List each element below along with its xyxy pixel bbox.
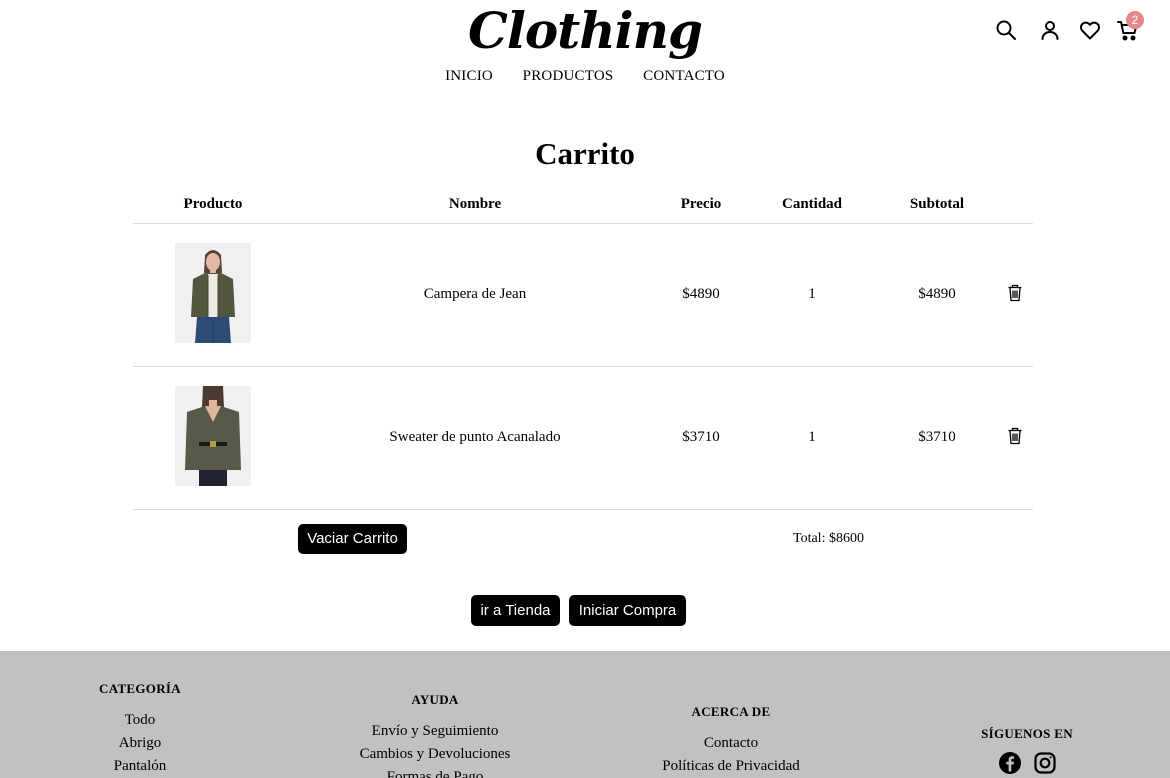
product-image-jacket[interactable] xyxy=(175,243,251,343)
footer-heading: ACERCA DE xyxy=(691,704,771,719)
footer-link-pantalon[interactable]: Pantalón xyxy=(60,755,220,778)
heart-icon[interactable] xyxy=(1078,18,1102,42)
nav-inicio[interactable]: INICIO xyxy=(445,68,493,85)
header-cantidad: Cantidad xyxy=(781,196,843,212)
table-row: Campera de Jean $4890 1 $4890 xyxy=(133,224,1033,366)
instagram-icon[interactable] xyxy=(1033,751,1057,775)
header-subtotal: Subtotal xyxy=(909,196,965,212)
table-row: Sweater de punto Acanalado $3710 1 $3710 xyxy=(133,367,1033,509)
product-quantity: 1 xyxy=(808,286,816,302)
product-price: $4890 xyxy=(682,286,720,302)
footer-link-privacidad[interactable]: Políticas de Privacidad xyxy=(631,755,831,778)
header-producto: Producto xyxy=(183,196,243,212)
header-precio: Precio xyxy=(680,196,722,212)
user-icon[interactable] xyxy=(1038,18,1062,42)
product-subtotal: $4890 xyxy=(918,286,956,302)
empty-cart-button[interactable]: Vaciar Carrito xyxy=(298,524,407,554)
footer-acerca: ACERCA DE Contacto Políticas de Privacid… xyxy=(631,704,831,778)
cart-count-badge: 2 xyxy=(1126,11,1144,29)
trash-icon[interactable] xyxy=(1007,284,1023,302)
footer-heading: CATEGORÍA xyxy=(99,681,181,696)
product-image-sweater[interactable] xyxy=(175,386,251,486)
cart-icon[interactable]: 2 xyxy=(1116,11,1144,42)
product-price: $3710 xyxy=(682,429,720,445)
footer-link-abrigo[interactable]: Abrigo xyxy=(60,732,220,755)
page-title: Carrito xyxy=(535,136,635,171)
nav-contacto[interactable]: CONTACTO xyxy=(643,68,725,85)
main-nav: INICIO PRODUCTOS CONTACTO xyxy=(0,68,1170,85)
footer-link-pago[interactable]: Formas de Pago xyxy=(335,766,535,778)
footer-categoria: CATEGORÍA Todo Abrigo Pantalón xyxy=(60,681,220,778)
search-icon[interactable] xyxy=(994,18,1018,42)
footer-link-todo[interactable]: Todo xyxy=(60,709,220,732)
footer-link-contacto[interactable]: Contacto xyxy=(631,732,831,755)
facebook-icon[interactable] xyxy=(998,751,1022,775)
product-name: Campera de Jean xyxy=(423,286,527,302)
footer-heading: AYUDA xyxy=(411,692,459,707)
site-footer: CATEGORÍA Todo Abrigo Pantalón AYUDA Env… xyxy=(0,651,1170,778)
footer-heading: SÍGUENOS EN xyxy=(981,726,1073,741)
product-subtotal: $3710 xyxy=(918,429,956,445)
divider xyxy=(133,509,1033,510)
footer-link-envio[interactable]: Envío y Seguimiento xyxy=(335,720,535,743)
nav-productos[interactable]: PRODUCTOS xyxy=(523,68,614,85)
cart-total: Total: $8600 xyxy=(793,531,864,546)
header-nombre: Nombre xyxy=(448,196,502,212)
go-to-store-button[interactable]: ir a Tienda xyxy=(471,595,560,626)
footer-link-cambios[interactable]: Cambios y Devoluciones xyxy=(335,743,535,766)
footer-siguenos: SÍGUENOS EN xyxy=(957,726,1097,742)
trash-icon[interactable] xyxy=(1007,427,1023,445)
checkout-button[interactable]: Iniciar Compra xyxy=(569,595,686,626)
product-quantity: 1 xyxy=(808,429,816,445)
product-name: Sweater de punto Acanalado xyxy=(389,429,561,445)
footer-ayuda: AYUDA Envío y Seguimiento Cambios y Devo… xyxy=(335,692,535,778)
